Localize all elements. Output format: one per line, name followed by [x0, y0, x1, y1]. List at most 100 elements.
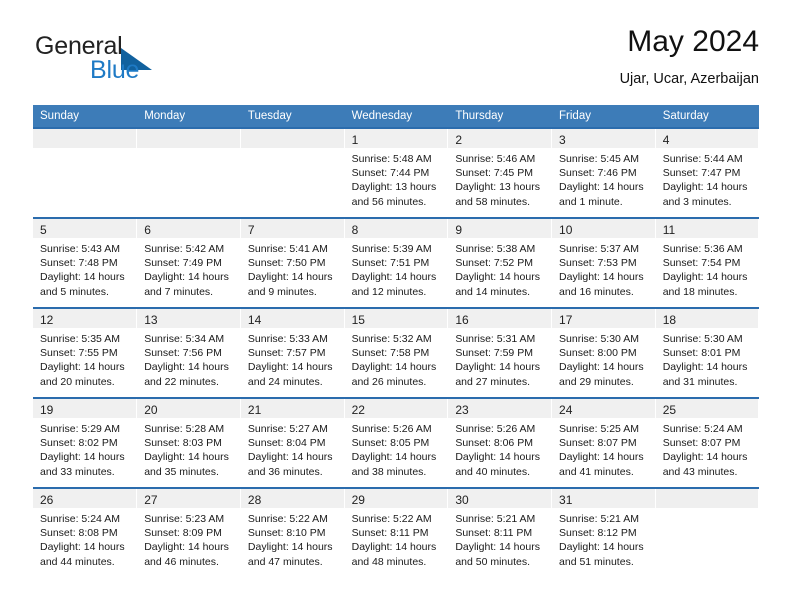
- sunrise-text: Sunrise: 5:21 AM: [559, 513, 639, 525]
- daylight-text-line2: and 5 minutes.: [40, 285, 109, 298]
- day-cell-inner: 15 Sunrise: 5:32 AM Sunset: 7:58 PM Dayligh…: [344, 309, 448, 397]
- calendar-day-cell[interactable]: 3 Sunrise: 5:45 AM Sunset: 7:46 PM Daylight…: [551, 127, 656, 218]
- calendar-day-cell[interactable]: 11 Sunrise: 5:36 AM Sunset: 7:54 PM Dayligh…: [655, 217, 760, 308]
- day-number-band: 8: [344, 219, 448, 238]
- daylight-text-line2: and 9 minutes.: [247, 285, 317, 298]
- logo-text-blue: Blue: [90, 56, 140, 84]
- calendar-day-cell[interactable]: 25 Sunrise: 5:24 AM Sunset: 8:07 PM Dayligh…: [655, 397, 760, 488]
- weekday-header-wednesday: Wednesday: [344, 105, 449, 128]
- calendar-day-cell[interactable]: 5 Sunrise: 5:43 AM Sunset: 7:48 PM Daylight…: [33, 217, 138, 308]
- sunset-text: Sunset: 7:46 PM: [559, 167, 637, 180]
- day-number: 7: [247, 223, 255, 237]
- day-number: 16: [455, 313, 469, 327]
- calendar-day-cell[interactable]: 15 Sunrise: 5:32 AM Sunset: 7:58 PM Dayligh…: [344, 307, 449, 398]
- calendar-day-cell[interactable]: 31 Sunrise: 5:21 AM Sunset: 8:12 PM Dayligh…: [551, 487, 656, 577]
- page-title: May 2024: [627, 25, 759, 58]
- day-cell-inner: 6 Sunrise: 5:42 AM Sunset: 7:49 PM Daylight…: [137, 219, 240, 307]
- daylight-text-line2: and 26 minutes.: [351, 375, 427, 388]
- calendar-day-cell[interactable]: 9 Sunrise: 5:38 AM Sunset: 7:52 PM Daylight…: [447, 217, 553, 308]
- calendar-day-cell[interactable]: 4 Sunrise: 5:44 AM Sunset: 7:47 PM Daylight…: [655, 127, 760, 218]
- day-cell-body: Sunrise: 5:29 AM Sunset: 8:02 PM Daylight:…: [33, 418, 136, 479]
- day-cell-body: [656, 508, 759, 512]
- day-number-band: 28: [240, 489, 344, 508]
- day-cell-inner: 1 Sunrise: 5:48 AM Sunset: 7:44 PM Daylight…: [344, 129, 448, 217]
- daylight-text-line1: Daylight: 14 hours: [351, 361, 437, 374]
- day-number-band: 18: [655, 309, 759, 328]
- daylight-text-line2: and 47 minutes.: [247, 555, 323, 568]
- general-blue-logo[interactable]: General Blue: [33, 32, 233, 88]
- calendar-day-cell[interactable]: 21 Sunrise: 5:27 AM Sunset: 8:04 PM Dayligh…: [240, 397, 345, 488]
- day-number-band: 4: [655, 129, 759, 148]
- day-cell-inner: [33, 129, 137, 217]
- daylight-text-line1: Daylight: 14 hours: [40, 541, 125, 554]
- day-number-band: 6: [137, 219, 240, 238]
- daylight-text-line1: Daylight: 14 hours: [455, 361, 540, 374]
- day-cell-inner: 10 Sunrise: 5:37 AM Sunset: 7:53 PM Dayligh…: [552, 219, 655, 307]
- calendar-day-cell[interactable]: 19 Sunrise: 5:29 AM Sunset: 8:02 PM Dayligh…: [33, 397, 138, 488]
- calendar-week-row: 26 Sunrise: 5:24 AM Sunset: 8:08 PM Dayligh…: [33, 487, 760, 577]
- day-cell-inner: 31 Sunrise: 5:21 AM Sunset: 8:12 PM Dayligh…: [552, 489, 655, 577]
- calendar-day-cell[interactable]: 1 Sunrise: 5:48 AM Sunset: 7:44 PM Daylight…: [344, 127, 449, 218]
- day-cell-inner: [655, 489, 759, 577]
- daylight-text-line1: Daylight: 14 hours: [247, 451, 333, 464]
- day-cell-body: Sunrise: 5:24 AM Sunset: 8:08 PM Daylight:…: [33, 508, 136, 569]
- day-cell-body: Sunrise: 5:30 AM Sunset: 8:01 PM Daylight:…: [656, 328, 759, 389]
- calendar-week-row: 19 Sunrise: 5:29 AM Sunset: 8:02 PM Dayligh…: [33, 397, 760, 488]
- calendar-day-cell[interactable]: 2 Sunrise: 5:46 AM Sunset: 7:45 PM Daylight…: [447, 127, 553, 218]
- calendar-day-cell[interactable]: 27 Sunrise: 5:23 AM Sunset: 8:09 PM Dayligh…: [136, 487, 241, 577]
- day-cell-body: Sunrise: 5:41 AM Sunset: 7:50 PM Daylight:…: [241, 238, 344, 299]
- day-number-band: 26: [33, 489, 137, 508]
- calendar-day-cell[interactable]: 22 Sunrise: 5:26 AM Sunset: 8:05 PM Dayligh…: [344, 397, 449, 488]
- day-number-band: 9: [448, 219, 552, 238]
- day-number-band: 16: [448, 309, 552, 328]
- calendar-day-cell[interactable]: 13 Sunrise: 5:34 AM Sunset: 7:56 PM Dayligh…: [136, 307, 241, 398]
- day-number-band: 25: [655, 399, 759, 418]
- daylight-text-line2: and 22 minutes.: [144, 375, 219, 388]
- calendar-day-cell[interactable]: 10 Sunrise: 5:37 AM Sunset: 7:53 PM Dayligh…: [551, 217, 656, 308]
- sunrise-text: Sunrise: 5:26 AM: [351, 423, 432, 435]
- calendar-day-cell[interactable]: 20 Sunrise: 5:28 AM Sunset: 8:03 PM Dayligh…: [136, 397, 241, 488]
- daylight-text-line2: and 27 minutes.: [455, 375, 531, 388]
- calendar-day-cell[interactable]: 23 Sunrise: 5:26 AM Sunset: 8:06 PM Dayligh…: [447, 397, 553, 488]
- calendar-day-cell[interactable]: 18 Sunrise: 5:30 AM Sunset: 8:01 PM Dayligh…: [655, 307, 760, 398]
- day-number: 10: [559, 223, 573, 237]
- day-cell-body: Sunrise: 5:33 AM Sunset: 7:57 PM Daylight:…: [241, 328, 344, 389]
- calendar-day-cell[interactable]: 12 Sunrise: 5:35 AM Sunset: 7:55 PM Dayligh…: [33, 307, 138, 398]
- sunset-text: Sunset: 8:02 PM: [40, 437, 118, 450]
- calendar-day-cell[interactable]: 24 Sunrise: 5:25 AM Sunset: 8:07 PM Dayligh…: [551, 397, 656, 488]
- day-cell-body: [33, 148, 136, 152]
- day-cell-body: Sunrise: 5:24 AM Sunset: 8:07 PM Daylight:…: [656, 418, 759, 479]
- day-cell-inner: 30 Sunrise: 5:21 AM Sunset: 8:11 PM Dayligh…: [448, 489, 552, 577]
- calendar-week-row: 5 Sunrise: 5:43 AM Sunset: 7:48 PM Daylight…: [33, 217, 760, 308]
- calendar-day-cell[interactable]: 7 Sunrise: 5:41 AM Sunset: 7:50 PM Daylight…: [240, 217, 345, 308]
- day-number-band: 10: [552, 219, 655, 238]
- calendar-day-cell[interactable]: 6 Sunrise: 5:42 AM Sunset: 7:49 PM Daylight…: [136, 217, 241, 308]
- day-cell-inner: 3 Sunrise: 5:45 AM Sunset: 7:46 PM Daylight…: [552, 129, 655, 217]
- sunset-text: Sunset: 7:56 PM: [144, 347, 222, 360]
- sunset-text: Sunset: 8:06 PM: [455, 437, 533, 450]
- calendar-day-cell[interactable]: 30 Sunrise: 5:21 AM Sunset: 8:11 PM Dayligh…: [447, 487, 553, 577]
- sunrise-text: Sunrise: 5:21 AM: [455, 513, 536, 525]
- calendar-day-cell[interactable]: 14 Sunrise: 5:33 AM Sunset: 7:57 PM Dayligh…: [240, 307, 345, 398]
- day-number: 19: [40, 403, 54, 417]
- daylight-text-line2: and 18 minutes.: [662, 285, 738, 298]
- day-cell-body: Sunrise: 5:26 AM Sunset: 8:05 PM Daylight:…: [345, 418, 448, 479]
- day-number-band: 13: [137, 309, 240, 328]
- daylight-text-line1: Daylight: 14 hours: [40, 451, 125, 464]
- daylight-text-line2: and 3 minutes.: [662, 195, 732, 208]
- daylight-text-line2: and 31 minutes.: [662, 375, 738, 388]
- day-cell-inner: 23 Sunrise: 5:26 AM Sunset: 8:06 PM Dayligh…: [448, 399, 552, 487]
- calendar-week-row: 1 Sunrise: 5:48 AM Sunset: 7:44 PM Daylight…: [33, 127, 760, 218]
- calendar-day-cell[interactable]: 29 Sunrise: 5:22 AM Sunset: 8:11 PM Dayligh…: [344, 487, 449, 577]
- calendar-day-cell[interactable]: 16 Sunrise: 5:31 AM Sunset: 7:59 PM Dayligh…: [447, 307, 553, 398]
- calendar-day-cell[interactable]: 8 Sunrise: 5:39 AM Sunset: 7:51 PM Daylight…: [344, 217, 449, 308]
- weekday-header-friday: Friday: [551, 105, 656, 128]
- daylight-text-line1: Daylight: 14 hours: [144, 451, 229, 464]
- calendar-day-cell[interactable]: 28 Sunrise: 5:22 AM Sunset: 8:10 PM Dayligh…: [240, 487, 345, 577]
- sunrise-text: Sunrise: 5:37 AM: [559, 243, 639, 255]
- calendar-day-cell[interactable]: 26 Sunrise: 5:24 AM Sunset: 8:08 PM Dayligh…: [33, 487, 138, 577]
- daylight-text-line1: Daylight: 14 hours: [247, 361, 333, 374]
- calendar-day-cell[interactable]: 17 Sunrise: 5:30 AM Sunset: 8:00 PM Dayligh…: [551, 307, 656, 398]
- daylight-text-line1: Daylight: 14 hours: [144, 541, 229, 554]
- sunset-text: Sunset: 7:51 PM: [351, 257, 430, 270]
